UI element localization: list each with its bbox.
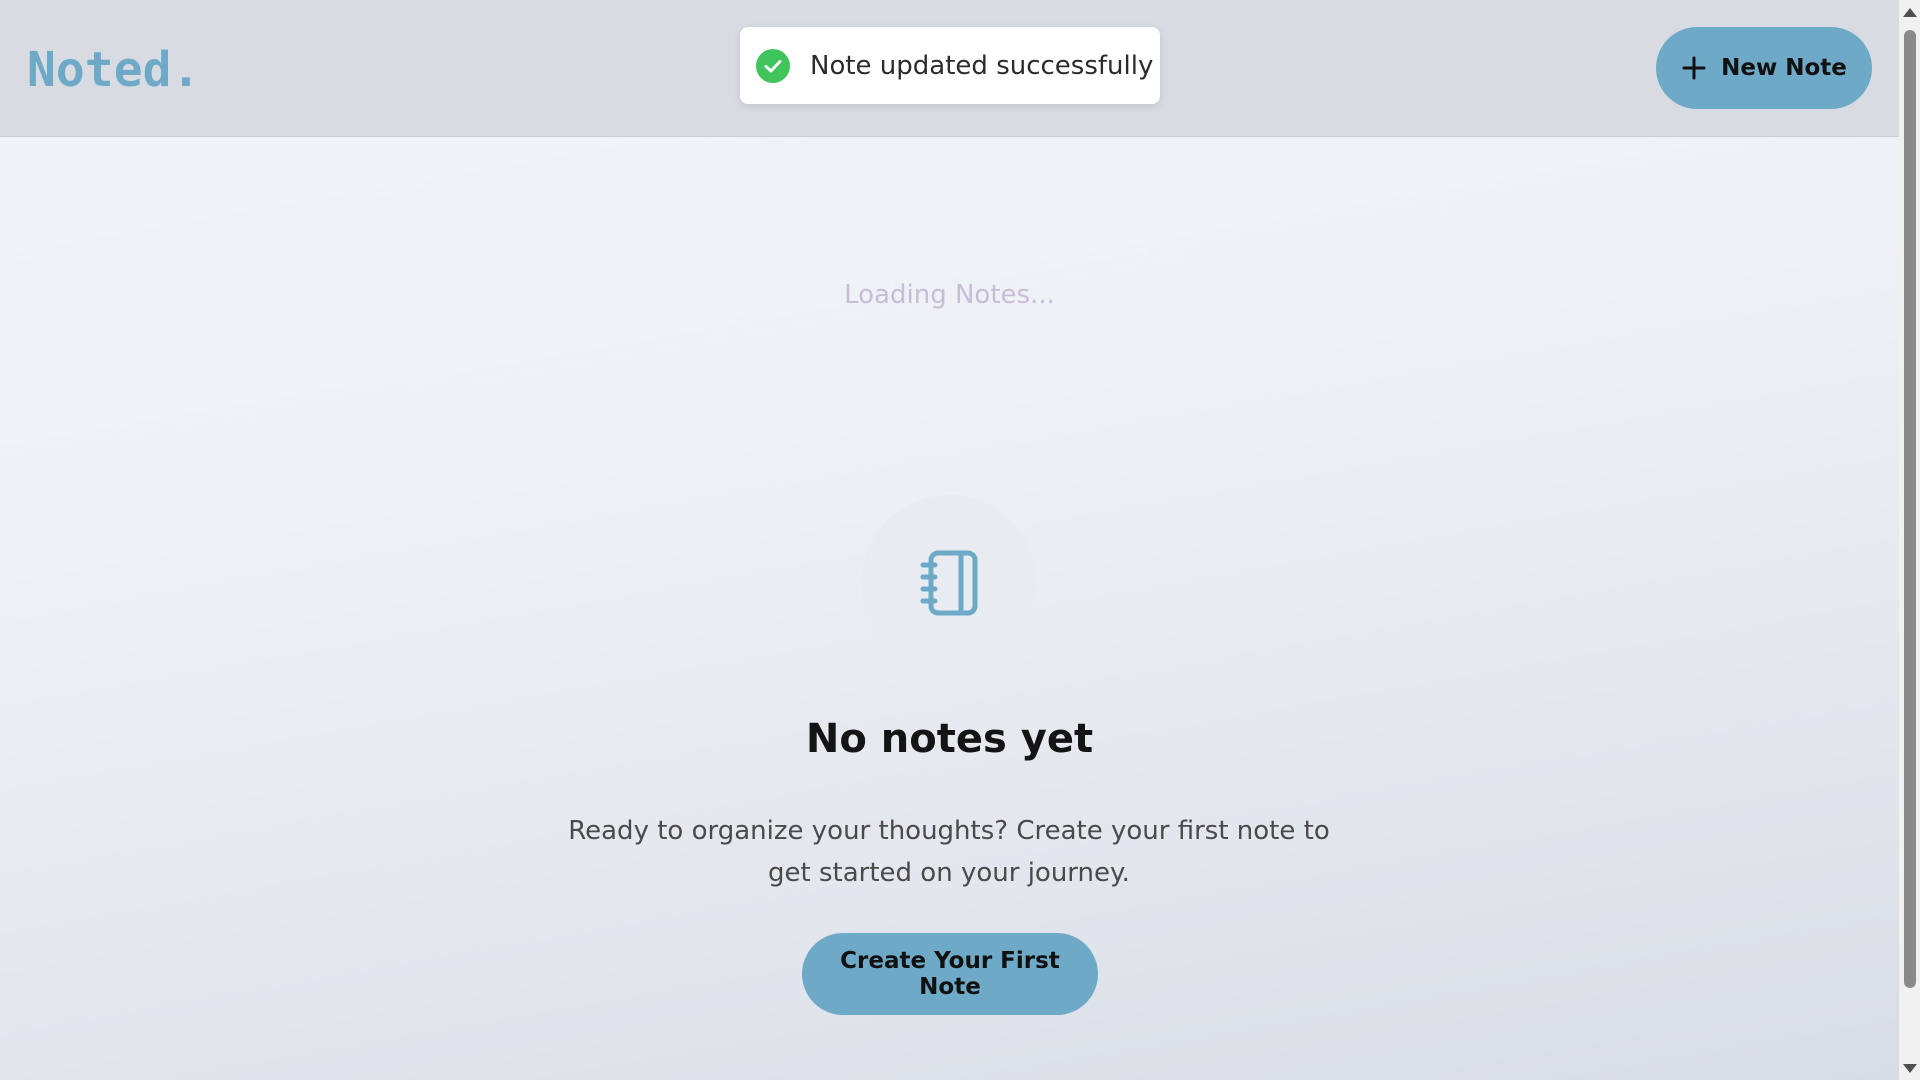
- check-circle-icon: [756, 48, 790, 83]
- scroll-thumb[interactable]: [1904, 30, 1916, 988]
- plus-icon: [1682, 56, 1706, 80]
- new-note-label: New Note: [1721, 55, 1847, 81]
- vertical-scrollbar[interactable]: [1899, 0, 1920, 1080]
- scroll-down-arrow-icon[interactable]: [1903, 1064, 1917, 1073]
- empty-state-icon-container: [861, 495, 1037, 671]
- create-first-note-button[interactable]: Create Your First Note: [802, 933, 1098, 1015]
- toast-message: Note updated successfully: [810, 50, 1154, 81]
- toast-notification: Note updated successfully: [740, 27, 1160, 104]
- app-logo[interactable]: Noted.: [27, 40, 200, 100]
- scroll-up-arrow-icon[interactable]: [1903, 8, 1917, 17]
- empty-state-title: No notes yet: [805, 716, 1094, 762]
- new-note-button[interactable]: New Note: [1656, 27, 1872, 109]
- notebook-icon: [920, 550, 978, 616]
- empty-state-description: Ready to organize your thoughts? Create …: [568, 816, 1330, 888]
- loading-text: Loading Notes...: [844, 280, 1055, 310]
